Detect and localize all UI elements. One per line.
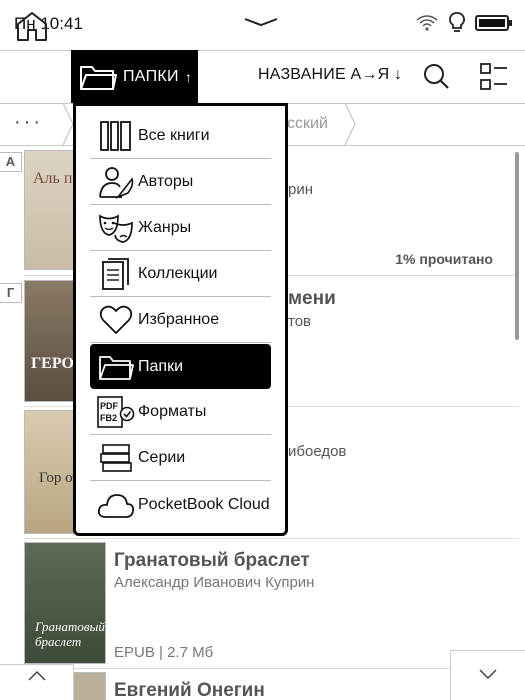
menu-item-series[interactable]: Серии — [90, 436, 271, 481]
library-view-menu: Все книги Авторы Жанры Коллекции Избранн… — [73, 103, 288, 536]
menu-item-label: Жанры — [138, 219, 192, 236]
book-title[interactable]: Гранатовый браслет — [114, 550, 310, 572]
row-divider — [24, 668, 519, 669]
breadcrumb-more[interactable]: ··· — [14, 111, 43, 134]
sort-direction-arrow: ↑ — [184, 68, 192, 85]
menu-item-folders[interactable]: Папки — [90, 344, 271, 389]
chevron-down-icon — [479, 669, 497, 679]
battery-icon — [475, 15, 512, 31]
author-icon — [99, 167, 134, 199]
folders-tab-label: ПАПКИ — [123, 67, 179, 85]
scroll-up-button[interactable] — [0, 664, 74, 700]
home-icon[interactable] — [14, 10, 50, 42]
book-title[interactable]: Евгений Онегин — [114, 680, 265, 700]
folder-icon — [80, 65, 117, 90]
heart-icon — [99, 305, 133, 334]
view-mode-icon[interactable] — [480, 63, 508, 91]
row-divider — [24, 538, 519, 539]
book-author: Александр Иванович Куприн — [114, 574, 315, 591]
menu-item-label: Папки — [138, 357, 183, 375]
menu-item-authors[interactable]: Авторы — [90, 160, 271, 205]
menu-item-label: Серии — [138, 449, 186, 466]
menu-item-formats[interactable]: PDF FB2 Форматы — [90, 390, 271, 435]
book-meta: EPUB | 2.7 Мб — [114, 644, 214, 661]
formats-icon-fb2: FB2 — [100, 413, 117, 423]
menu-item-label: Избранное — [138, 311, 220, 328]
menu-item-favorites[interactable]: Избранное — [90, 298, 271, 343]
menu-item-label: Все книги — [138, 127, 210, 144]
folders-tab[interactable]: ПАПКИ ↑ — [71, 50, 198, 103]
menu-item-label: Форматы — [138, 403, 207, 420]
cover-title: ГЕРО — [31, 355, 74, 372]
series-icon — [100, 444, 132, 472]
wifi-icon — [416, 15, 438, 31]
letter-marker: Г — [0, 283, 22, 303]
book-author: ибоедов — [288, 443, 347, 460]
panel-handle-icon[interactable] — [243, 16, 279, 28]
letter-marker: А — [0, 152, 22, 172]
masks-icon — [99, 214, 133, 243]
breadcrumb-current[interactable]: сский — [287, 115, 328, 133]
cover-title: Гранатовый браслет — [35, 619, 105, 649]
cloud-icon — [97, 493, 135, 518]
menu-item-label: Коллекции — [138, 265, 218, 282]
menu-item-label: PocketBook Cloud — [138, 495, 270, 513]
book-progress: 1% прочитано — [395, 251, 493, 267]
scrollbar[interactable] — [515, 152, 519, 340]
scroll-down-button[interactable] — [450, 650, 525, 700]
books-icon — [100, 121, 131, 151]
formats-icon-pdf: PDF — [100, 401, 119, 411]
chevron-up-icon — [28, 671, 46, 681]
light-bulb-icon — [449, 12, 465, 32]
menu-item-all-books[interactable]: Все книги — [90, 114, 271, 159]
status-bar: Пн 10:41 — [0, 0, 525, 50]
sort-button[interactable]: НАЗВАНИЕ А→Я ↓ — [258, 66, 402, 84]
book-author: рин — [288, 181, 314, 198]
folder-icon — [99, 355, 134, 380]
book-cover[interactable]: Гранатовый браслет — [24, 542, 106, 664]
menu-item-pocketbook-cloud[interactable]: PocketBook Cloud — [90, 482, 271, 527]
menu-item-collections[interactable]: Коллекции — [90, 252, 271, 297]
menu-item-genres[interactable]: Жанры — [90, 206, 271, 251]
menu-item-label: Авторы — [138, 173, 194, 190]
breadcrumb-end-chevron — [344, 103, 356, 145]
search-icon[interactable] — [422, 62, 450, 90]
book-title: мени — [288, 288, 336, 309]
collection-icon — [102, 258, 129, 290]
formats-icon: PDF FB2 — [97, 396, 135, 428]
book-author: тов — [288, 313, 312, 330]
